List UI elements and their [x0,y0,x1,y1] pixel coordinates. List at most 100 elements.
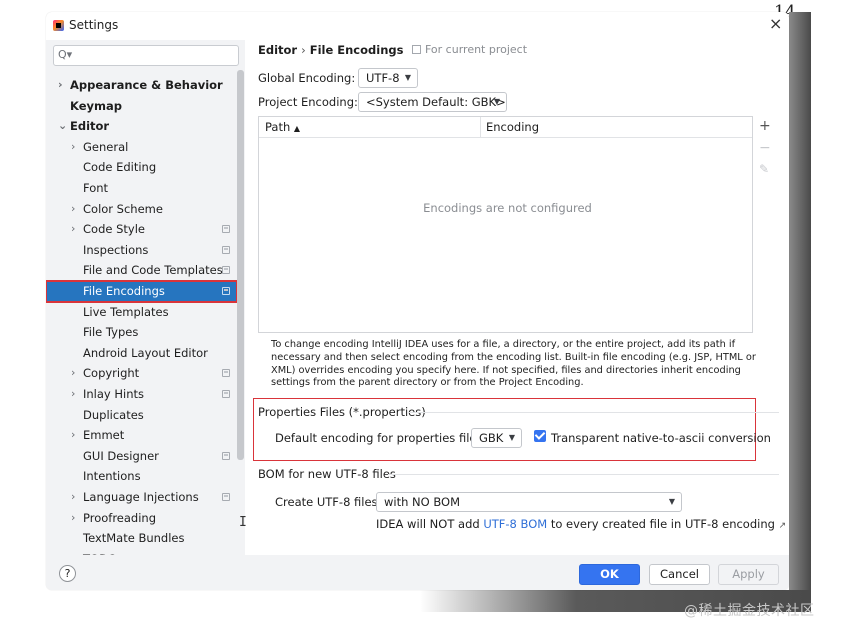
sidebar-item[interactable]: Code Editing [46,157,237,178]
sidebar-item-label: File Encodings [83,284,165,298]
sidebar-item-label: Live Templates [83,304,169,319]
sidebar-item-label: Keymap [70,98,122,113]
sidebar-item[interactable]: Android Layout Editor [46,343,237,364]
sidebar-item[interactable]: File Encodings [46,280,238,303]
sidebar-item[interactable]: › Code Style [46,219,237,240]
sidebar-item[interactable]: GUI Designer [46,446,237,467]
sidebar-item[interactable]: Live Templates [46,302,237,323]
bom-value: with NO BOM [384,495,461,509]
project-scope-icon [222,266,230,275]
dialog-shadow-right [789,12,811,612]
sidebar-scrollbar[interactable] [237,70,244,460]
search-icon: Q▾ [58,48,73,61]
chevron-right-icon[interactable]: › [71,425,75,446]
global-encoding-select[interactable]: UTF-8 ▼ [358,68,418,88]
sidebar-item[interactable]: Intentions [46,466,237,487]
table-header: Path ▲ Encoding [259,117,752,138]
sidebar-item[interactable]: › Inlay Hints [46,384,237,405]
utf8-bom-link[interactable]: UTF-8 BOM [483,517,547,531]
sidebar-item-label: Editor [70,119,110,134]
sidebar-item[interactable]: › Copyright [46,363,237,384]
sidebar-item-label: Intentions [83,469,141,484]
sidebar-item[interactable]: › Appearance & Behavior [46,75,237,96]
sidebar-item-label: TextMate Bundles [83,531,185,546]
breadcrumb-current: File Encodings [309,43,404,57]
sidebar-item[interactable]: › Emmet [46,425,237,446]
global-encoding-label: Global Encoding: [258,71,356,85]
ok-button[interactable]: OK [579,564,640,585]
chevron-right-icon[interactable]: › [71,384,75,405]
chevron-right-icon[interactable]: › [58,75,63,96]
properties-encoding-select[interactable]: GBK ▼ [471,428,522,448]
properties-group-separator [408,412,779,413]
bom-note-prefix: IDEA will NOT add [376,517,480,531]
bom-note-suffix: to every created file in UTF-8 encoding [550,517,775,531]
sidebar-item-label: Duplicates [83,407,144,422]
properties-encoding-value: GBK [479,431,504,445]
native-to-ascii-checkbox[interactable] [534,430,546,442]
sidebar-item[interactable]: › Color Scheme [46,199,237,220]
sidebar-item[interactable]: › Proofreading [46,508,237,529]
chevron-right-icon[interactable]: › [71,199,75,220]
project-scope-icon [222,225,230,234]
native-to-ascii-label[interactable]: Transparent native-to-ascii conversion [551,431,771,445]
remove-icon[interactable]: − [759,140,771,156]
project-scope-icon [222,390,230,398]
breadcrumb-parent[interactable]: Editor [258,43,297,57]
help-button[interactable]: ? [59,565,76,582]
column-divider[interactable] [480,117,481,138]
sidebar-item[interactable]: Keymap [46,96,237,117]
sidebar-item-label: Code Editing [83,160,157,175]
sidebar-item[interactable]: › General [46,137,237,158]
column-path[interactable]: Path ▲ [265,120,300,134]
close-icon[interactable]: × [769,14,782,33]
chevron-down-icon: ▼ [493,97,500,106]
sidebar-item-label: Android Layout Editor [83,345,208,360]
sidebar-item[interactable]: File Types [46,322,237,343]
sidebar-item-label: File and Code Templates [83,263,223,278]
chevron-down-icon: ▼ [668,497,675,506]
project-scope-icon [222,245,230,254]
sidebar-item-label: Code Style [83,222,145,237]
chevron-right-icon[interactable]: › [71,137,75,158]
watermark: @稀土掘金技术社区 [684,603,815,619]
sidebar-item-label: Appearance & Behavior [70,78,223,92]
sidebar-item[interactable]: › Language Injections [46,487,237,508]
title-bar: Settings × [46,12,789,40]
chevron-right-icon[interactable]: › [71,487,75,508]
chevron-right-icon[interactable]: › [71,219,75,240]
settings-sidebar: Q▾ › Appearance & Behavior Keymap ⌄ Editor › G… [46,40,245,555]
sidebar-item-label: Color Scheme [83,201,163,216]
chevron-right-icon[interactable]: › [71,508,75,529]
settings-dialog: Settings × Q▾ › Appearance & Behavior Keym… [46,12,789,590]
sidebar-item[interactable]: Inspections [46,240,237,261]
project-encoding-select[interactable]: <System Default: GBK> ▼ [358,92,507,112]
edit-icon[interactable]: ✎ [759,162,769,176]
sidebar-item[interactable]: TextMate Bundles [46,528,237,549]
sidebar-item[interactable]: Duplicates [46,405,237,426]
sidebar-item[interactable]: ⌄ Editor [46,116,237,137]
column-encoding[interactable]: Encoding [486,120,539,134]
chevron-down-icon[interactable]: ⌄ [58,116,67,137]
bom-select[interactable]: with NO BOM ▼ [376,492,682,512]
sidebar-item-label: Copyright [83,366,140,381]
search-input[interactable]: Q▾ [53,45,239,66]
chevron-down-icon: ▼ [404,73,411,82]
apply-button[interactable]: Apply [718,564,779,585]
column-path-label: Path [265,120,291,134]
global-encoding-value: UTF-8 [366,71,400,85]
chevron-right-icon[interactable]: › [71,363,75,384]
add-icon[interactable]: + [759,118,771,134]
project-encoding-value: <System Default: GBK> [366,95,506,109]
sidebar-item[interactable]: Font [46,178,237,199]
cancel-button[interactable]: Cancel [649,564,710,585]
chevron-down-icon: ▼ [508,433,515,442]
settings-tree: › Appearance & Behavior Keymap ⌄ Editor › Gene… [46,75,245,555]
dialog-footer: ? OK Cancel Apply [46,555,789,590]
create-utf8-label: Create UTF-8 files: [275,495,382,509]
external-link-icon: ↗ [778,521,787,531]
project-scope-icon [222,287,230,295]
window-title: Settings [69,18,119,32]
breadcrumb-separator: › [301,43,306,57]
sidebar-item[interactable]: File and Code Templates [46,260,237,281]
